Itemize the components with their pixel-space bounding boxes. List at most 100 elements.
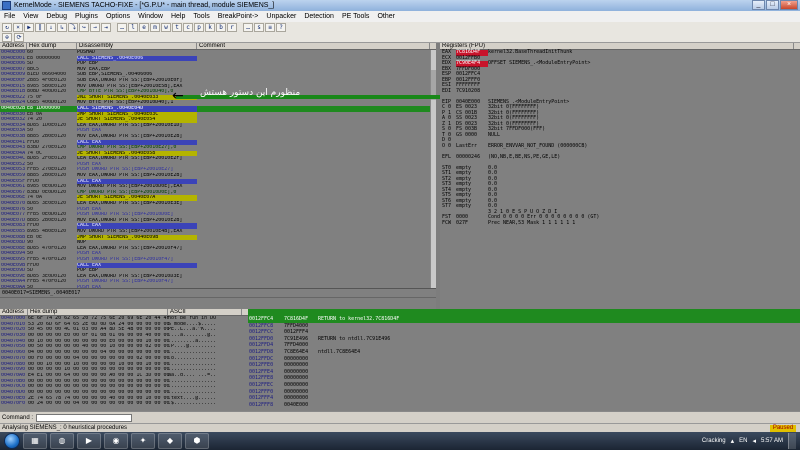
title-bar[interactable]: KernelMode - SIEMENS TACHO-FIXE - [*G.P.… [0, 0, 800, 11]
col-header-address[interactable]: Address [0, 43, 27, 49]
toolbar-button-6[interactable]: ⤵ [68, 23, 78, 32]
dump-row[interactable]: 004070F0 00 24 00 00 00 04 00 00 00 00 00… [0, 401, 248, 407]
registers-pane[interactable]: Registers (FPU) EAX 7C816D4F kernel32.Base… [440, 43, 800, 309]
stack-row[interactable]: 0012FFE8 00000000 [248, 375, 800, 382]
toolbar-button-10[interactable]: … [117, 23, 127, 32]
toolbar-button-0[interactable]: ↻ [2, 23, 12, 32]
stack-row[interactable]: 0012FFD0 7C91E496 RETURN to ntdll.7C91E496 [248, 336, 800, 343]
col-header-disassembly[interactable]: Disassembly [77, 43, 197, 49]
stack-row[interactable]: 0012FFF4 00000000 [248, 395, 800, 402]
toolbar-button-24[interactable]: ? [276, 23, 286, 32]
close-button[interactable]: × [780, 0, 798, 10]
toolbar2-button-0[interactable]: ⊕ [2, 33, 12, 42]
stack-row[interactable]: 0012FFE4 00000000 [248, 369, 800, 376]
toolbar-button-13[interactable]: m [150, 23, 160, 32]
taskbar-app-icon-4[interactable]: ✦ [131, 433, 155, 449]
stack-row[interactable]: 0012FFD4 7FFD4000 [248, 342, 800, 349]
menu-item-options[interactable]: Options [106, 11, 130, 22]
status-bar: Analysing SIEMENS_: 0 heuristical proced… [0, 423, 800, 432]
stack-row[interactable]: 0012FFC8 7FFD4000 [248, 323, 800, 330]
stack-row[interactable]: 0012FFDC 00000000 [248, 356, 800, 363]
app-icon [2, 1, 11, 10]
toolbar-button-23[interactable]: ≡ [265, 23, 275, 32]
app-root: KernelMode - SIEMENS TACHO-FIXE - [*G.P.… [0, 0, 800, 450]
stack-row[interactable]: 0012FFEC 00000000 [248, 382, 800, 389]
speaker-icon[interactable]: ◂ [752, 437, 756, 445]
cpu-header: Address Hex dump Disassembly Comment [0, 43, 436, 50]
stack-row[interactable]: 0012FFCC 0012FFF4 [248, 329, 800, 336]
toolbar-button-3[interactable]: ‖ [35, 23, 45, 32]
minimize-button[interactable]: _ [752, 0, 765, 10]
stack-row[interactable]: 0012FFD8 7C8E64E4 ntdll.7C8E64E4 [248, 349, 800, 356]
dump-pane[interactable]: Address Hex dump ASCII 00407000 6E 6F 74 … [0, 309, 248, 411]
taskbar-app-icon-6[interactable]: ⬢ [185, 433, 209, 449]
toolbar-button-2[interactable]: ▶ [24, 23, 34, 32]
toolbar-button-16[interactable]: c [183, 23, 193, 32]
network-icon[interactable]: ▴ [731, 437, 735, 445]
toolbar-button-11[interactable]: l [128, 23, 138, 32]
taskbar-app-icon-1[interactable]: ◍ [50, 433, 74, 449]
clock[interactable]: 5:57 AM [761, 438, 783, 444]
menu-item-window[interactable]: Window [138, 11, 163, 22]
menu-item-tools[interactable]: Tools [193, 11, 209, 22]
stack-pane[interactable]: 0012FFC4 7C816D4F RETURN to kernel32.7C816… [248, 309, 800, 411]
toolbar-button-4[interactable]: ⇓ [46, 23, 56, 32]
stack-row[interactable]: 0012FFC4 7C816D4F RETURN to kernel32.7C816… [248, 316, 800, 323]
menu-item-plugins[interactable]: Plugins [75, 11, 98, 22]
toolbar-button-20[interactable]: r [227, 23, 237, 32]
taskbar-app-icon-0[interactable]: ▦ [23, 433, 47, 449]
taskbar-app-icon-2[interactable]: ▶ [77, 433, 101, 449]
stack-row[interactable]: 0012FFF0 00000000 [248, 389, 800, 396]
stack-value: 7C8E64E4 [284, 348, 309, 355]
col-header-comment[interactable]: Comment [197, 43, 430, 49]
col-header-hex[interactable]: Hex dump [27, 43, 77, 49]
stack-value: 7FFD4000 [284, 322, 309, 329]
stack-row[interactable]: 0012FFE0 00000000 [248, 362, 800, 369]
register-detail: kernel32.BaseThreadInitThunk [488, 49, 573, 55]
toolbar-button-17[interactable]: p [194, 23, 204, 32]
toolbar-button-1[interactable]: × [13, 23, 23, 32]
command-input[interactable] [36, 414, 133, 422]
toolbar-button-9[interactable]: ⇥ [101, 23, 111, 32]
menu-item-view[interactable]: View [23, 11, 38, 22]
stack-address: 0012FFD4 [249, 342, 274, 349]
toolbar-button-7[interactable]: ↪ [79, 23, 89, 32]
toolbar2-button-1[interactable]: ⟳ [14, 33, 24, 42]
register-value[interactable]: 027F [456, 220, 488, 227]
toolbar-button-22[interactable]: s [254, 23, 264, 32]
taskbar-app-icon-3[interactable]: ◉ [104, 433, 128, 449]
stack-row[interactable]: 0012FFF8 0040E000 [248, 402, 800, 409]
menu-item-debug[interactable]: Debug [46, 11, 67, 22]
dump-header: Address Hex dump ASCII [0, 309, 248, 316]
cpu-scrollbar[interactable] [430, 50, 436, 288]
register-row[interactable]: FCW 027F Prec NEAR,53 Mask 1 1 1 1 1 1 [442, 220, 800, 227]
toolbar-button-15[interactable]: t [172, 23, 182, 32]
language-indicator[interactable]: EN [739, 438, 747, 444]
menu-item-other[interactable]: Other [377, 11, 395, 22]
dump-col-ascii[interactable]: ASCII [168, 309, 242, 315]
menu-item-file[interactable]: File [4, 11, 15, 22]
toolbar-button-8[interactable]: → [90, 23, 100, 32]
stack-address: 0012FFDC [249, 355, 274, 362]
toolbar-button-21[interactable]: … [243, 23, 253, 32]
toolbar-button-18[interactable]: k [205, 23, 215, 32]
stack-value: 7FFD4000 [284, 342, 309, 349]
menu-item-help[interactable]: Help [171, 11, 185, 22]
dump-col-address[interactable]: Address [0, 309, 28, 315]
taskbar-app-icon-5[interactable]: ◆ [158, 433, 182, 449]
menu-item-pe-tools[interactable]: PE Tools [342, 11, 370, 22]
cpu-pane[interactable]: Address Hex dump Disassembly Comment 004… [0, 43, 436, 288]
toolbar-button-5[interactable]: ↳ [57, 23, 67, 32]
menu-item-detection[interactable]: Detection [304, 11, 334, 22]
menu-item-unpacker[interactable]: Unpacker [266, 11, 296, 22]
show-desktop-button[interactable] [788, 433, 796, 449]
toolbar-button-12[interactable]: e [139, 23, 149, 32]
toolbar-button-14[interactable]: w [161, 23, 171, 32]
stack-address: 0012FFF4 [249, 395, 274, 402]
maximize-button[interactable]: □ [766, 0, 779, 10]
dump-col-hex[interactable]: Hex dump [28, 309, 168, 315]
menu-item-breakpoint[interactable]: BreakPoint-> [218, 11, 259, 22]
tray-label[interactable]: Cracking [702, 438, 726, 444]
start-button[interactable] [4, 433, 20, 449]
toolbar-button-19[interactable]: b [216, 23, 226, 32]
